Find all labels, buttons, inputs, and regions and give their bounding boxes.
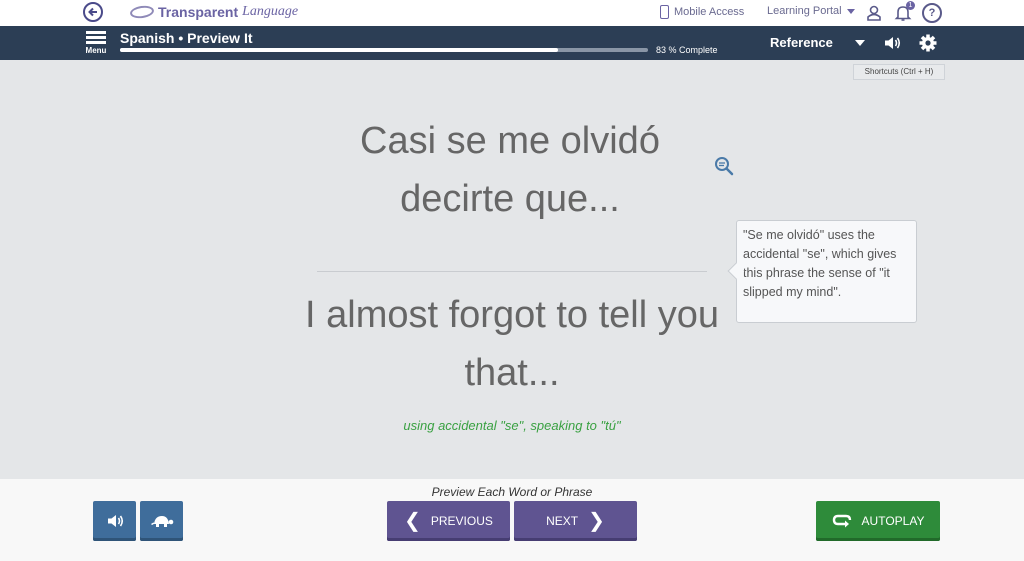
grammar-tooltip: "Se me olvidó" uses the accidental "se",… xyxy=(727,220,917,323)
next-label: NEXT xyxy=(546,514,579,528)
zoom-icon[interactable] xyxy=(713,155,735,177)
speaker-icon[interactable] xyxy=(882,33,902,53)
progress-text: 83 % Complete xyxy=(656,45,718,55)
notification-badge: 1 xyxy=(906,1,915,10)
play-audio-button[interactable] xyxy=(93,501,136,541)
chevron-down-icon xyxy=(854,39,865,46)
autoplay-label: AUTOPLAY xyxy=(861,514,925,528)
speaker-icon xyxy=(107,515,123,527)
notifications-button[interactable]: 1 xyxy=(893,1,915,23)
progress-fill xyxy=(120,48,559,52)
course-header: Menu Spanish • Preview It 83 % Complete … xyxy=(0,26,1024,60)
bottom-bar: Preview Each Word or Phrase ❮ PREVIOUS N… xyxy=(0,479,1024,561)
chevron-down-icon xyxy=(846,8,855,14)
instruction-text: Preview Each Word or Phrase xyxy=(431,485,593,499)
progress-bar xyxy=(120,48,648,52)
logo-brand-text: Transparent xyxy=(158,4,239,20)
tooltip-text: "Se me olvidó" uses the accidental "se",… xyxy=(743,228,897,299)
top-bar: Transparent Language Mobile Access Learn… xyxy=(0,0,1024,26)
shortcuts-hint: Shortcuts (Ctrl + H) xyxy=(853,64,945,80)
reference-label: Reference xyxy=(770,35,833,50)
learning-portal-dropdown[interactable]: Learning Portal xyxy=(767,5,855,17)
help-icon[interactable]: ? xyxy=(922,3,942,23)
back-arrow-icon xyxy=(88,7,97,17)
phone-icon xyxy=(660,5,669,19)
learning-portal-label: Learning Portal xyxy=(767,5,842,17)
gear-icon[interactable] xyxy=(918,33,938,53)
autoplay-button[interactable]: AUTOPLAY xyxy=(816,501,940,541)
logo-swoosh-icon xyxy=(129,4,155,20)
menu-label: Menu xyxy=(85,46,107,55)
mobile-access-link[interactable]: Mobile Access xyxy=(660,5,744,19)
phrase-divider xyxy=(317,271,707,272)
transparent-language-logo[interactable]: Transparent Language xyxy=(129,4,299,20)
turtle-icon xyxy=(150,516,173,527)
mobile-access-label: Mobile Access xyxy=(674,6,745,18)
slow-audio-button[interactable] xyxy=(140,501,183,541)
tooltip-arrow xyxy=(727,262,745,280)
chevron-right-icon: ❯ xyxy=(588,510,605,532)
next-button[interactable]: NEXT ❯ xyxy=(514,501,637,541)
back-button[interactable] xyxy=(83,2,103,22)
autoplay-icon xyxy=(832,514,851,528)
previous-label: PREVIOUS xyxy=(430,514,493,528)
user-button[interactable] xyxy=(864,3,884,23)
grammar-note: using accidental "se", speaking to "tú" xyxy=(403,418,621,433)
user-icon xyxy=(867,5,881,21)
target-phrase: Casi se me olvidó decirte que... xyxy=(360,120,660,220)
course-title: Spanish • Preview It xyxy=(120,30,253,46)
logo-brand-text-italic: Language xyxy=(242,4,299,19)
reference-dropdown[interactable]: Reference xyxy=(770,35,865,50)
previous-button[interactable]: ❮ PREVIOUS xyxy=(387,501,510,541)
menu-button[interactable]: Menu xyxy=(84,29,108,59)
translation-text: I almost forgot to tell you that... xyxy=(305,294,719,394)
hamburger-icon xyxy=(84,31,108,44)
chevron-left-icon: ❮ xyxy=(404,510,421,532)
